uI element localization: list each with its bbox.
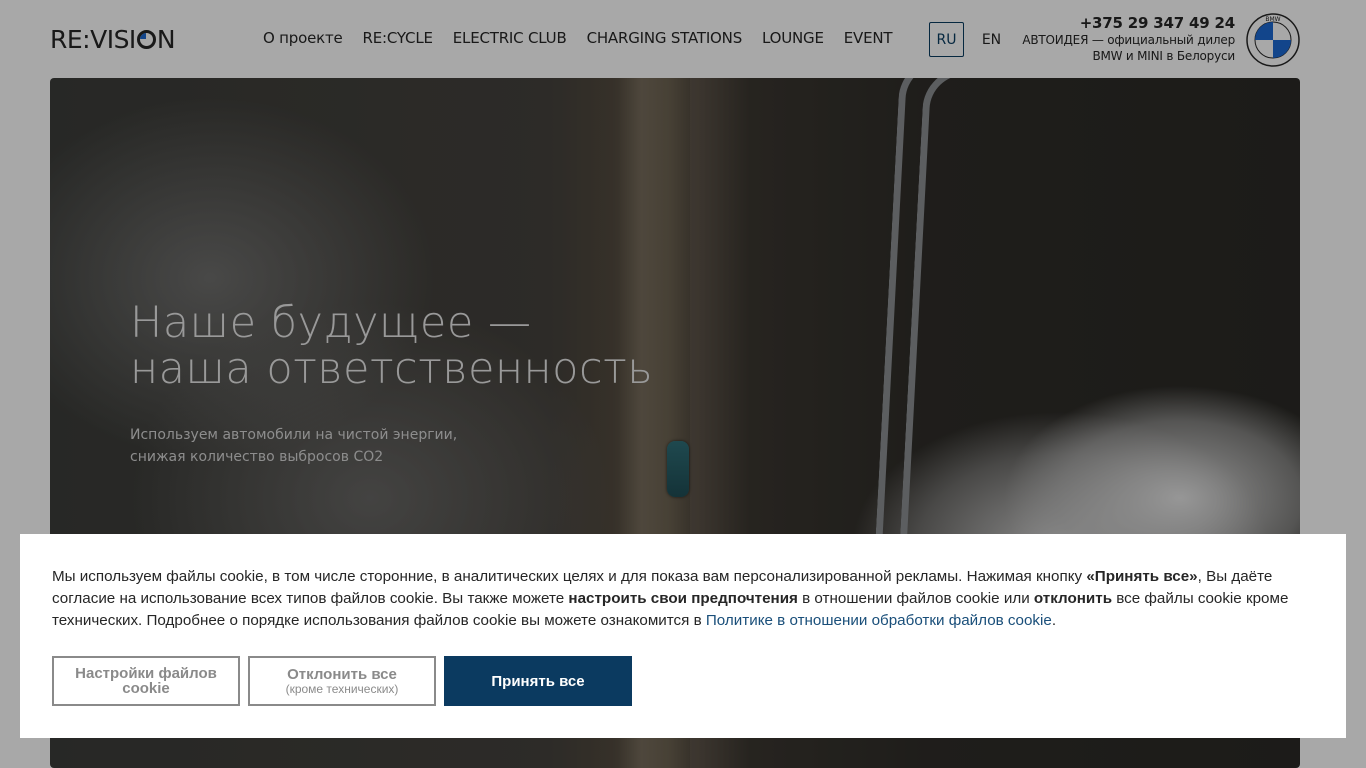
cookie-text-part: Мы используем файлы cookie, в том числе …: [52, 568, 1087, 585]
cookie-settings-label: Настройки файлов cookie: [75, 665, 217, 697]
cookie-text-accept-mention: «Принять все»: [1086, 568, 1198, 585]
cookie-reject-sublabel: (кроме технических): [285, 682, 399, 696]
cookie-accept-button[interactable]: Принять все: [444, 656, 632, 706]
cookie-text-reject-mention: отклонить: [1033, 590, 1113, 607]
cookie-text: Мы используем файлы cookie, в том числе …: [52, 566, 1322, 632]
cookie-accept-label: Принять все: [491, 672, 585, 690]
cookie-reject-label: Отклонить все: [287, 666, 397, 683]
cookie-settings-button[interactable]: Настройки файлов cookie: [52, 656, 240, 706]
cookie-reject-button[interactable]: Отклонить все (кроме технических): [248, 656, 436, 706]
cookie-text-part: в отношении файлов cookie или: [797, 590, 1034, 607]
cookie-text-preferences-mention: настроить свои предпочтения: [568, 590, 798, 607]
cookie-text-part: .: [1051, 612, 1057, 629]
cookie-policy-link[interactable]: Политике в отношении обработки файлов co…: [706, 612, 1052, 629]
cookie-banner: Мы используем файлы cookie, в том числе …: [20, 534, 1346, 738]
